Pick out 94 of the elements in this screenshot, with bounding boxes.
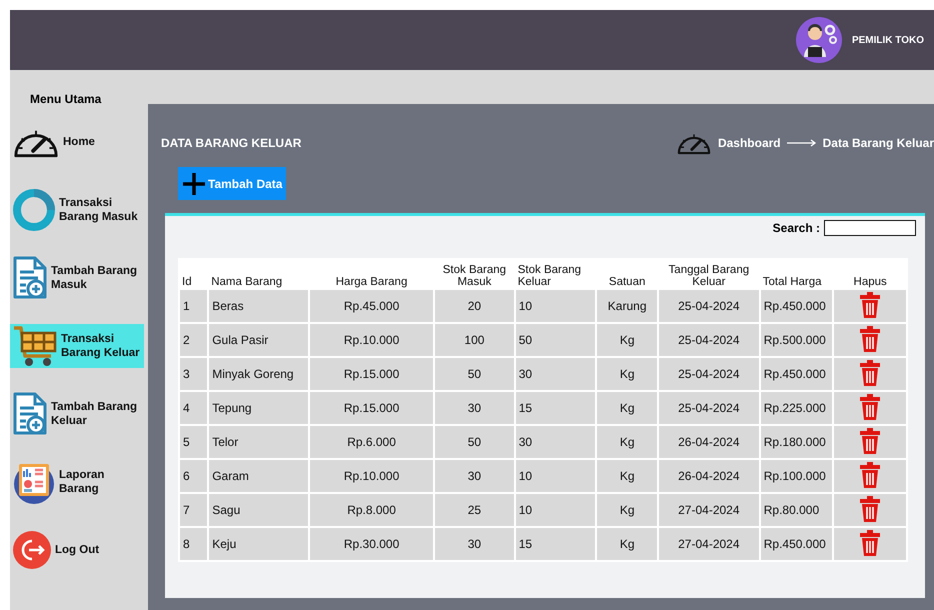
user-role: PEMILIK TOKO [852,34,924,46]
table-cell: 4 [180,392,208,424]
table-cell: Rp.10.000 [310,460,434,492]
table-cell: Rp.500.000 [760,324,832,356]
table-cell: Rp.100.000 [760,460,832,492]
sidebar-item[interactable]: Laporan Barang [10,460,144,504]
table-cell: 50 [435,358,514,390]
table-cell: 100 [435,324,514,356]
table-cell: 26-04-2024 [658,426,759,458]
table-cell: Rp.30.000 [310,528,434,560]
table-cell: 10 [516,290,596,322]
logout-icon [12,530,52,570]
trash-icon[interactable] [859,358,882,387]
table-cell: Rp.225.000 [760,392,832,424]
document-plus-icon [12,392,48,436]
table-cell: 3 [180,358,208,390]
table-cell: 20 [435,290,514,322]
breadcrumb-link[interactable]: Data Barang Keluar [822,136,934,150]
menu-title: Menu Utama [30,92,102,106]
table-cell: Rp.8.000 [310,494,434,526]
table-cell: Tepung [209,392,308,424]
trash-icon[interactable] [859,392,882,421]
table-cell: 30 [435,392,514,424]
table-cell: Rp.450.000 [760,358,832,390]
table-cell: 50 [435,426,514,458]
table-cell: Karung [597,290,657,322]
cart-icon [12,324,58,368]
search-field[interactable] [824,220,916,236]
table-cell: 25 [435,494,514,526]
table-cell: 30 [435,460,514,492]
table-cell: 30 [516,426,596,458]
table-cell: 15 [516,528,596,560]
sidebar-item[interactable]: Transaksi Barang Keluar [10,324,144,368]
table-cell: Sagu [209,494,308,526]
table-cell: Rp.80.000 [760,494,832,526]
table-cell: 1 [180,290,208,322]
user-avatar[interactable] [796,17,842,63]
table-cell: 25-04-2024 [658,324,759,356]
table-cell: 15 [516,392,596,424]
sidebar-item[interactable]: Transaksi Barang Masuk [10,188,144,232]
table-cell: 10 [516,494,596,526]
table-cell: 26-04-2024 [658,460,759,492]
table-cell: Kg [597,392,657,424]
arrow-icon [786,138,817,147]
table-cell: 2 [180,324,208,356]
table-cell: 30 [435,528,514,560]
table-cell: Rp.15.000 [310,358,434,390]
table-cell: Kg [597,460,657,492]
table-cell: Rp.15.000 [310,392,434,424]
table-cell: 27-04-2024 [658,528,759,560]
table-cell: Kg [597,494,657,526]
table-cell: Rp.450.000 [760,290,832,322]
table-cell: Rp.45.000 [310,290,434,322]
table-cell: Rp.450.000 [760,528,832,560]
table-cell: 50 [516,324,596,356]
table-cell: Rp.10.000 [310,324,434,356]
trash-icon[interactable] [859,528,882,557]
table-cell: 5 [180,426,208,458]
table-cell: Telor [209,426,308,458]
trash-icon[interactable] [859,290,882,319]
trash-icon[interactable] [859,460,882,489]
table-cell: 25-04-2024 [658,358,759,390]
document-plus-icon [12,256,48,300]
table-cell: 6 [180,460,208,492]
page-title: DATA BARANG KELUAR [161,136,302,150]
sidebar-item[interactable]: Home [10,120,144,164]
sidebar-item[interactable]: Tambah Barang Masuk [10,256,144,300]
table-cell: 25-04-2024 [658,290,759,322]
sidebar-item[interactable]: Tambah Barang Keluar [10,392,144,436]
ring-icon [12,188,56,232]
table-cell: Rp.6.000 [310,426,434,458]
table-cell: Kg [597,324,657,356]
search-label: Search : [772,221,820,236]
table-cell: 30 [516,358,596,390]
sidebar-item[interactable]: Log Out [10,528,144,572]
trash-icon[interactable] [859,324,882,353]
table-cell: Rp.180.000 [760,426,832,458]
table-cell: Kg [597,426,657,458]
table-cell: Minyak Goreng [209,358,308,390]
trash-icon[interactable] [859,426,882,455]
table-cell: Beras [209,290,308,322]
table-cell: Kg [597,358,657,390]
table-cell: 8 [180,528,208,560]
plus-icon [182,172,206,196]
trash-icon[interactable] [859,494,882,523]
table-cell: 25-04-2024 [658,392,759,424]
table-cell: Gula Pasir [209,324,308,356]
table-cell: Keju [209,528,308,560]
table-cell: Kg [597,528,657,560]
table-cell: 10 [516,460,596,492]
table-cell: 27-04-2024 [658,494,759,526]
table-cell: 7 [180,494,208,526]
table-cell: Garam [209,460,308,492]
breadcrumb-link[interactable]: Dashboard [718,136,781,150]
